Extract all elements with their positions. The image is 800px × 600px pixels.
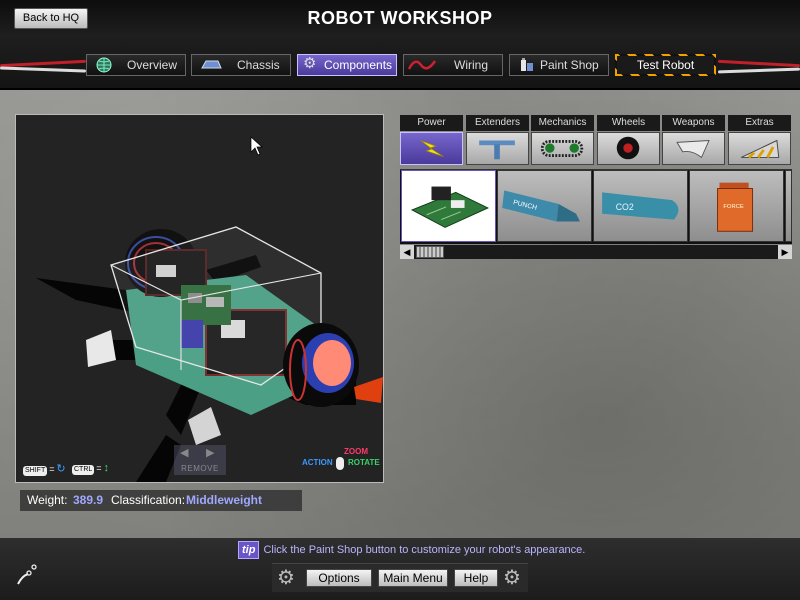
co2-label-text: CO2 [616, 202, 634, 212]
box-label-text: FORCE [723, 204, 744, 210]
tab-label: Chassis [237, 58, 280, 72]
co2-tank-item[interactable]: CO2 [593, 170, 688, 242]
gear-icon: ⚙ [303, 55, 317, 72]
tab-overview[interactable]: Overview [86, 54, 186, 76]
component-panel: Power Extenders Mechanics Wheels Weapons… [400, 115, 792, 260]
ctrl-key-badge: CTRL [72, 465, 95, 475]
tab-label: Overview [127, 58, 178, 72]
category-power-button[interactable] [400, 132, 463, 165]
power-box-icon: FORCE [717, 182, 754, 232]
category-label-power: Power [400, 115, 463, 131]
tab-label: Paint Shop [540, 58, 599, 72]
ctrl-move-hint: CTRL = ↕ [72, 462, 109, 476]
left-gear-icon: ⚙ [277, 567, 295, 589]
equals-sign: = [49, 464, 55, 474]
category-extras-button[interactable] [728, 132, 791, 165]
tab-test-robot[interactable]: Test Robot [615, 54, 716, 76]
zoom-label: ZOOM [344, 447, 368, 456]
remove-component-button[interactable]: ◀ ▶ REMOVE [174, 445, 226, 475]
tab-label: Components [324, 58, 393, 72]
circuit-board-icon [410, 186, 490, 228]
weight-value: 389.9 [73, 493, 104, 507]
mouse-icon [336, 457, 344, 470]
scroll-right-arrow[interactable]: ▶ [778, 245, 792, 259]
wheel-icon [616, 136, 640, 160]
tab-label: Wiring [454, 58, 489, 72]
vertical-arrows-icon: ↕ [103, 462, 109, 474]
tab-label: Test Robot [636, 58, 695, 72]
blade-icon [676, 140, 710, 159]
robot-3d-viewport[interactable]: ◀ ▶ REMOVE SHIFT = ↻ CTRL = ↕ ZOOM ACTIO… [15, 114, 384, 483]
tab-paint-shop[interactable]: Paint Shop [509, 54, 609, 76]
globe-icon [96, 57, 112, 73]
category-label-extras: Extras [728, 115, 791, 131]
circuit-board-item[interactable] [401, 170, 496, 242]
rotate-label: ROTATE [348, 458, 380, 467]
category-weapons-button[interactable] [662, 132, 725, 165]
extender-bar-icon [479, 140, 515, 160]
classification-value: Middleweight [186, 493, 262, 507]
action-label: ACTION [302, 458, 333, 467]
weight-label: Weight: [27, 493, 68, 507]
decor-wire-red-right [717, 59, 800, 68]
category-mechanics-button[interactable] [531, 132, 594, 165]
classification-label: Classification: [111, 493, 186, 507]
category-wheels-button[interactable] [597, 132, 660, 165]
tab-wiring[interactable]: Wiring [403, 54, 503, 76]
scroll-left-arrow[interactable]: ◀ [400, 245, 414, 259]
decor-wire-white [0, 66, 87, 73]
bottom-button-panel: ⚙ Options Main Menu Help ⚙ [272, 563, 528, 592]
co2-tank-icon: CO2 [602, 192, 679, 220]
right-gear-icon: ⚙ [503, 567, 521, 589]
partial-item[interactable] [785, 170, 792, 242]
battery-canister-item[interactable]: PUNCH [497, 170, 592, 242]
chassis-icon [201, 60, 222, 69]
tip-text: Click the Paint Shop button to customize… [263, 544, 586, 556]
help-button[interactable]: Help [454, 569, 498, 587]
category-label-extenders: Extenders [466, 115, 529, 131]
remove-label: REMOVE [181, 464, 219, 473]
category-label-wheels: Wheels [597, 115, 660, 131]
component-carousel: PUNCH CO2 FORCE [400, 169, 792, 244]
paint-can-icon [521, 58, 533, 71]
chain-drive-icon [540, 140, 584, 157]
battery-canister-icon: PUNCH [502, 190, 580, 222]
scroll-thumb[interactable] [416, 246, 444, 258]
equals-sign: = [96, 463, 102, 473]
lightning-icon [420, 140, 444, 157]
mouse-controls-hint: ZOOM ACTION ROTATE [302, 445, 382, 475]
shift-rotate-hint: SHIFT = ↻ [23, 462, 66, 476]
tab-components[interactable]: ⚙ Components [297, 54, 397, 76]
rotate-circle-icon: ↻ [56, 463, 66, 475]
category-label-weapons: Weapons [662, 115, 725, 131]
arrow-left-icon: ◀ [180, 447, 189, 459]
tip-message: tip Click the Paint Shop button to custom… [238, 541, 586, 559]
power-box-item[interactable]: FORCE [689, 170, 784, 242]
wedge-icon [740, 139, 780, 159]
arrow-right-icon: ▶ [206, 447, 215, 459]
category-label-mechanics: Mechanics [531, 115, 594, 131]
robot-model[interactable] [16, 115, 383, 482]
wait-cursor-icon [17, 564, 37, 585]
tab-chassis[interactable]: Chassis [191, 54, 291, 76]
tip-badge: tip [238, 541, 260, 559]
main-menu-button[interactable]: Main Menu [378, 569, 448, 587]
component-scrollbar[interactable]: ◀ ▶ [400, 245, 792, 259]
shift-key-badge: SHIFT [23, 466, 48, 476]
category-extenders-button[interactable] [466, 132, 529, 165]
wire-icon [408, 60, 437, 70]
decor-wire-white-right [717, 67, 800, 74]
options-button[interactable]: Options [306, 569, 372, 587]
robot-stats-bar: Weight: 389.9 Classification: Middleweig… [20, 490, 302, 511]
page-title: ROBOT WORKSHOP [307, 8, 493, 28]
